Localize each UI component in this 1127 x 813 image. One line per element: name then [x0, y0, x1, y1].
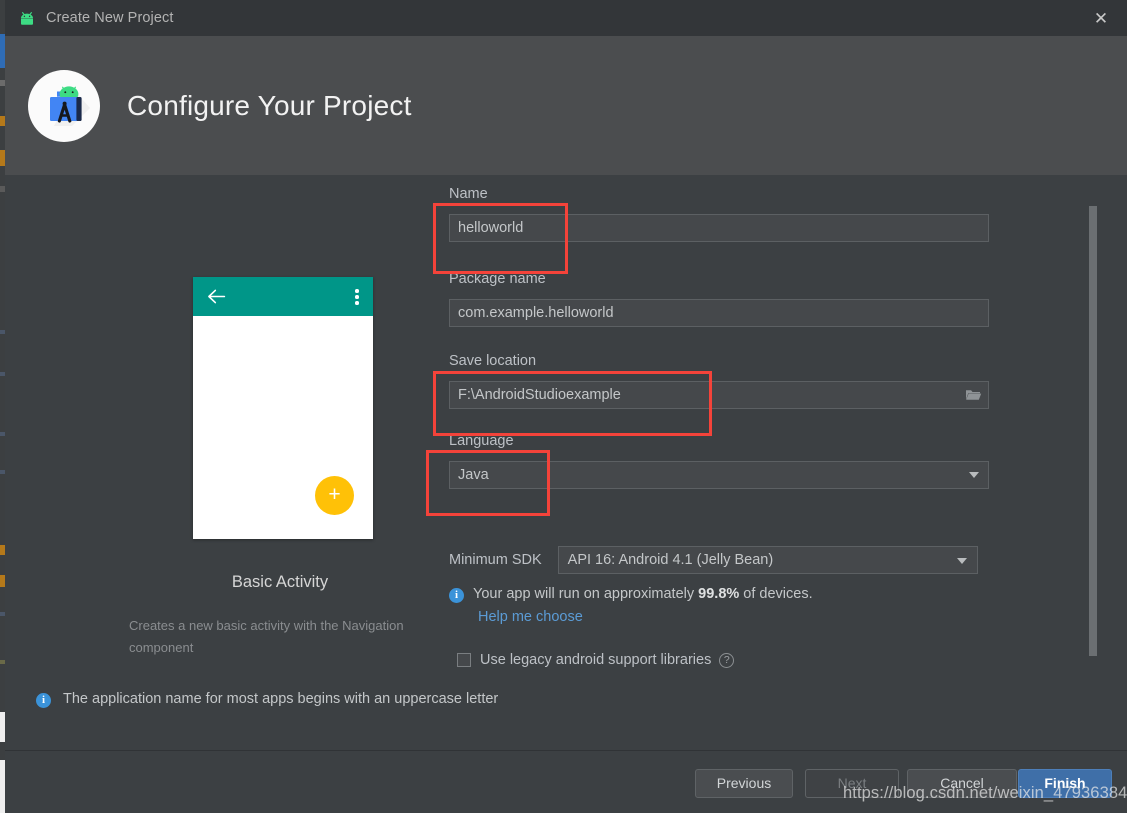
arrow-back-icon	[207, 288, 226, 305]
device-support-text: Your app will run on approximately 99.8%…	[473, 586, 813, 602]
legacy-libraries-row: Use legacy android support libraries ?	[457, 652, 735, 668]
android-robot-icon	[18, 9, 36, 27]
folder-open-icon[interactable]	[958, 382, 988, 408]
device-support-percent: 99.8%	[698, 586, 740, 602]
save-location-field-group: Save location	[449, 353, 989, 409]
phone-mockup: +	[193, 277, 373, 539]
window-title: Create New Project	[46, 10, 174, 26]
status-message: The application name for most apps begin…	[63, 691, 499, 707]
page-title: Configure Your Project	[127, 89, 412, 121]
chevron-down-icon[interactable]	[969, 472, 979, 478]
template-preview: + Basic Activity Creates a new basic act…	[115, 175, 445, 665]
dialog-body: + Basic Activity Creates a new basic act…	[5, 175, 1127, 672]
save-location-input[interactable]	[449, 381, 989, 409]
language-field-group: Language	[449, 433, 989, 489]
create-new-project-dialog: Create New Project ✕ Configure Your Proj…	[0, 0, 1127, 813]
info-icon: i	[36, 693, 51, 708]
question-mark-icon[interactable]: ?	[719, 652, 735, 668]
template-description: Creates a new basic activity with the Na…	[129, 618, 404, 655]
minimum-sdk-value: API 16: Android 4.1 (Jelly Bean)	[567, 552, 774, 568]
minimum-sdk-field-group: Minimum SDK API 16: Android 4.1 (Jelly B…	[449, 546, 978, 574]
name-field-group: Name	[449, 186, 989, 242]
more-vert-icon	[355, 289, 359, 305]
legacy-libraries-checkbox[interactable]	[457, 653, 471, 667]
dialog-header: Configure Your Project	[5, 36, 1127, 175]
device-support-suffix: of devices.	[739, 586, 813, 602]
legacy-libraries-label: Use legacy android support libraries	[480, 652, 712, 668]
minimum-sdk-select[interactable]: API 16: Android 4.1 (Jelly Bean)	[557, 546, 978, 574]
chevron-down-icon[interactable]	[956, 558, 967, 564]
package-name-input[interactable]	[449, 299, 989, 327]
previous-button[interactable]: Previous	[695, 769, 793, 798]
dialog-footer: Previous Next Cancel Finish	[5, 752, 1127, 813]
status-bar: i The application name for most apps beg…	[5, 672, 1127, 751]
watermark-text: https://blog.csdn.net/weixin_47936384	[843, 784, 1127, 802]
info-icon: i	[449, 588, 464, 603]
package-name-label: Package name	[449, 271, 546, 287]
form-scrollbar[interactable]	[1089, 199, 1097, 659]
title-bar: Create New Project ✕	[5, 0, 1127, 36]
language-select[interactable]	[449, 461, 989, 489]
template-name: Basic Activity	[231, 573, 329, 591]
language-label: Language	[449, 433, 514, 449]
device-support-prefix: Your app will run on approximately	[473, 586, 699, 602]
form-scrollbar-thumb[interactable]	[1089, 206, 1097, 656]
phone-app-bar	[193, 277, 373, 316]
name-label: Name	[449, 186, 488, 202]
save-location-label: Save location	[449, 353, 537, 369]
minimum-sdk-label: Minimum SDK	[449, 552, 542, 568]
dialog-window: Create New Project ✕ Configure Your Proj…	[5, 0, 1127, 813]
android-studio-logo-icon	[28, 69, 100, 142]
close-icon[interactable]: ✕	[1075, 0, 1127, 36]
floating-action-button: +	[315, 476, 354, 515]
package-name-field-group: Package name	[449, 271, 989, 327]
help-me-choose-link[interactable]: Help me choose	[478, 609, 583, 625]
name-input[interactable]	[449, 214, 989, 242]
device-support-info: i Your app will run on approximately 99.…	[449, 586, 813, 603]
